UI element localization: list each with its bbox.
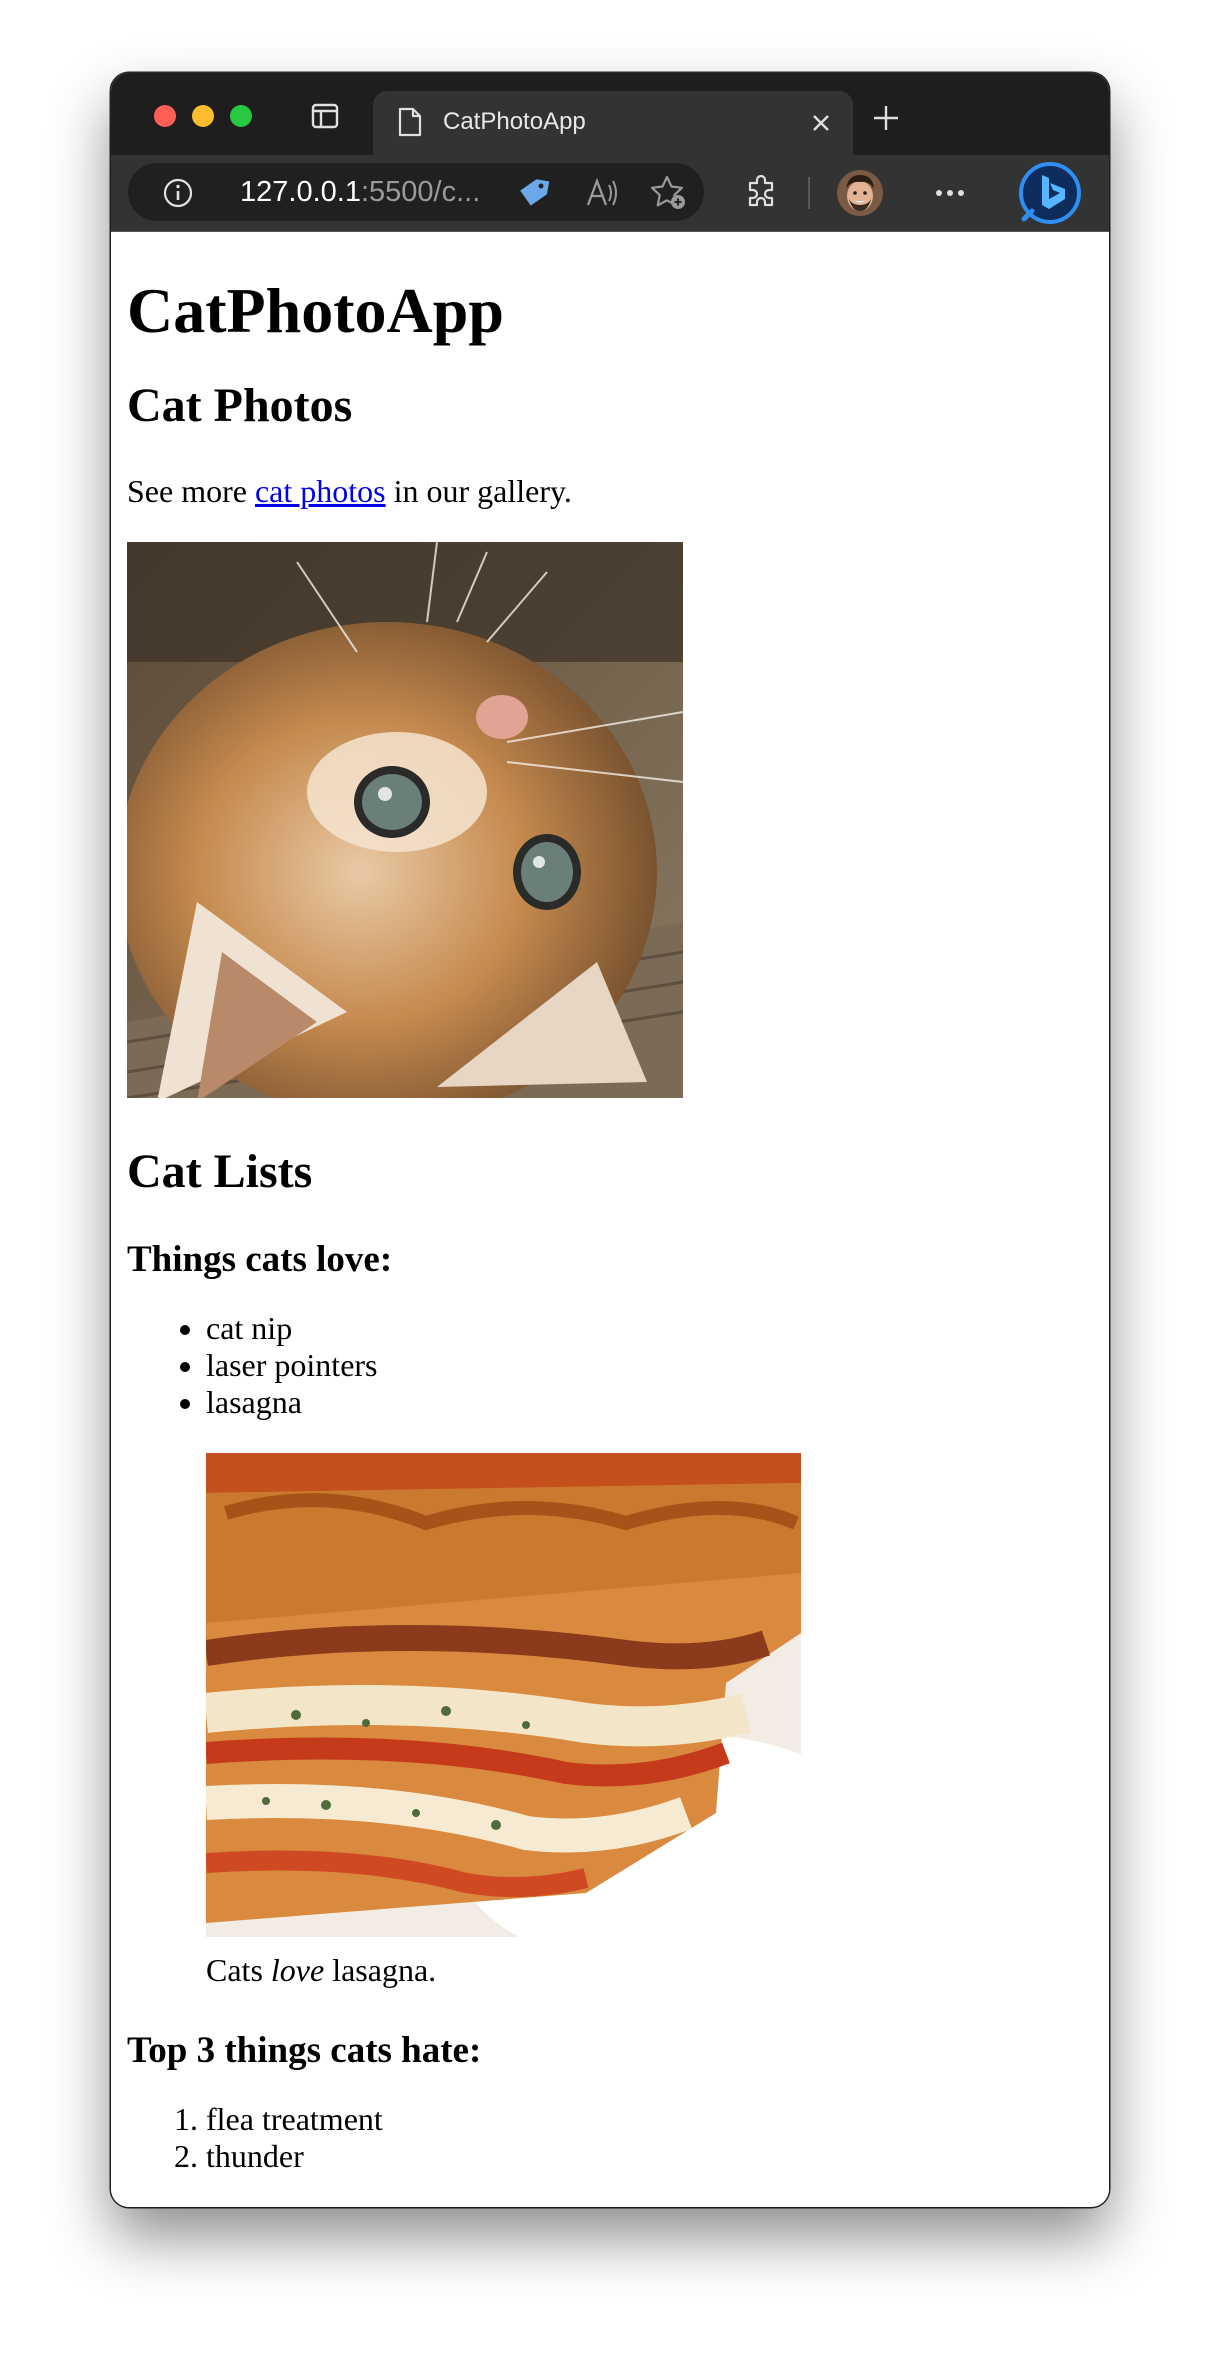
- page-content: CatPhotoApp Cat Photos See more cat phot…: [127, 232, 1087, 2175]
- list-item: cat nip: [206, 1310, 1087, 1347]
- profile-avatar[interactable]: [836, 169, 884, 217]
- lasagna-caption: Cats love lasagna.: [206, 1951, 1087, 1989]
- list-item: thunder: [206, 2138, 1087, 2175]
- toolbar-divider: [808, 177, 810, 209]
- coupon-tag-icon[interactable]: [516, 175, 552, 211]
- gallery-paragraph: See more cat photos in our gallery.: [127, 472, 1087, 510]
- kitten-image[interactable]: [127, 542, 683, 1098]
- more-options-icon[interactable]: [933, 179, 967, 207]
- caption-before: Cats: [206, 1952, 271, 1988]
- page-icon: [398, 107, 422, 137]
- site-info-icon[interactable]: [162, 177, 194, 209]
- close-tab-icon[interactable]: [807, 109, 835, 137]
- cat-lists-heading: Cat Lists: [127, 1145, 313, 1198]
- lasagna-figure: Cats love lasagna.: [206, 1453, 1087, 1989]
- list-item: lasagna: [206, 1384, 1087, 1421]
- new-tab-icon[interactable]: [871, 103, 901, 133]
- extensions-icon[interactable]: [743, 175, 779, 211]
- cats-love-list: cat nip laser pointers lasagna: [127, 1310, 1087, 1421]
- things-cats-love-heading: Things cats love:: [127, 1239, 393, 1280]
- lasagna-image[interactable]: [206, 1453, 801, 1937]
- read-aloud-icon[interactable]: [584, 175, 620, 211]
- url-text[interactable]: 127.0.0.1:5500/c...: [240, 176, 480, 209]
- bing-copilot-icon[interactable]: [1018, 161, 1082, 225]
- cat-photos-heading: Cat Photos: [127, 379, 353, 432]
- url-path: :5500/c...: [360, 176, 481, 208]
- things-cats-hate-heading: Top 3 things cats hate:: [127, 2030, 482, 2071]
- caption-emphasis: love: [270, 1952, 325, 1988]
- add-favorite-icon[interactable]: [650, 174, 688, 212]
- tab-catphotoapp[interactable]: CatPhotoApp: [373, 91, 853, 155]
- tab-title: CatPhotoApp: [443, 108, 586, 135]
- page-title: CatPhotoApp: [127, 275, 504, 346]
- title-bar: CatPhotoApp: [111, 73, 1109, 155]
- minimize-window-button[interactable]: [192, 105, 214, 127]
- list-item: laser pointers: [206, 1347, 1087, 1384]
- page-viewport[interactable]: CatPhotoApp Cat Photos See more cat phot…: [111, 232, 1109, 2207]
- close-window-button[interactable]: [154, 105, 176, 127]
- caption-after: lasagna.: [324, 1952, 437, 1988]
- intro-text-before: See more: [127, 473, 255, 509]
- url-host: 127.0.0.1: [240, 176, 361, 208]
- tab-actions-icon[interactable]: [311, 103, 339, 129]
- maximize-window-button[interactable]: [230, 105, 252, 127]
- address-bar[interactable]: 127.0.0.1:5500/c...: [128, 163, 704, 221]
- cat-photos-link[interactable]: cat photos: [255, 473, 386, 509]
- cats-hate-list: flea treatment thunder: [127, 2101, 1087, 2175]
- intro-text-after: in our gallery.: [385, 473, 572, 509]
- browser-window: CatPhotoApp 127.0.0.1:5500/c... CatPhoto…: [111, 73, 1109, 2207]
- list-item: flea treatment: [206, 2101, 1087, 2138]
- browser-toolbar: 127.0.0.1:5500/c...: [111, 155, 1109, 232]
